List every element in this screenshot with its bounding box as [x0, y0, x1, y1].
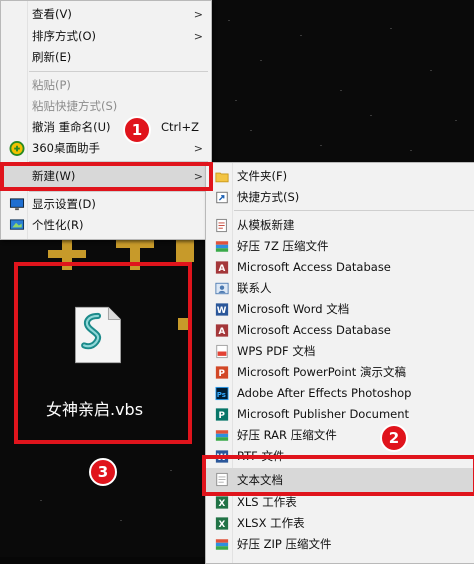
menu-item-label: WPS PDF 文档 — [237, 344, 316, 358]
menu-item-label: 个性化(R) — [32, 218, 84, 232]
menu-item-label: 文件夹(F) — [237, 169, 288, 183]
powerpoint-icon: P — [215, 366, 229, 379]
svg-text:A: A — [219, 327, 226, 337]
new-item-template[interactable]: 从模板新建 — [206, 215, 474, 236]
photoshop-icon: Ps — [215, 386, 229, 401]
annotation-step-1: 1 — [123, 116, 151, 144]
svg-text:P: P — [219, 369, 226, 379]
wps-pdf-icon — [216, 344, 228, 359]
menu-item-label: 快捷方式(S) — [237, 190, 300, 204]
annotation-step-2: 2 — [380, 424, 408, 452]
new-item-zip[interactable]: 好压 ZIP 压缩文件 — [206, 534, 474, 555]
menu-item-display-settings[interactable]: 显示设置(D) — [1, 194, 211, 215]
contact-icon — [215, 282, 229, 295]
annotation-box-desktop-file — [14, 262, 192, 444]
menu-item-label: 好压 RAR 压缩文件 — [237, 428, 337, 442]
menu-separator — [234, 210, 474, 211]
new-item-word[interactable]: W Microsoft Word 文档 — [206, 299, 474, 320]
new-item-contact[interactable]: 联系人 — [206, 278, 474, 299]
desktop-context-menu: 查看(V) > 排序方式(O) > 刷新(E) 粘贴(P) 粘贴快捷方式(S) … — [0, 0, 212, 240]
haozip-7z-icon — [215, 241, 229, 252]
xls-icon: X — [215, 496, 229, 509]
menu-item-personalize[interactable]: 个性化(R) — [1, 215, 211, 236]
svg-text:A: A — [219, 264, 226, 274]
menu-item-label: Microsoft Publisher Document — [237, 407, 410, 421]
new-item-xlsx[interactable]: X XLSX 工作表 — [206, 513, 474, 534]
menu-item-label: 联系人 — [237, 281, 272, 295]
menu-item-refresh[interactable]: 刷新(E) — [1, 47, 211, 68]
new-item-shortcut[interactable]: 快捷方式(S) — [206, 187, 474, 208]
menu-item-label: 粘贴(P) — [32, 78, 71, 92]
new-item-publisher[interactable]: P Microsoft Publisher Document — [206, 404, 474, 425]
360-assistant-icon — [9, 141, 25, 156]
new-item-powerpoint[interactable]: P Microsoft PowerPoint 演示文稿 — [206, 362, 474, 383]
access-icon: A — [215, 261, 229, 274]
menu-item-paste[interactable]: 粘贴(P) — [1, 75, 211, 96]
svg-text:P: P — [219, 411, 226, 421]
menu-item-paste-shortcut[interactable]: 粘贴快捷方式(S) — [1, 96, 211, 117]
shortcut-icon — [216, 191, 228, 204]
menu-item-sort[interactable]: 排序方式(O) > — [1, 26, 211, 47]
menu-item-label: 显示设置(D) — [32, 197, 96, 211]
svg-text:X: X — [219, 520, 226, 530]
chevron-right-icon: > — [193, 30, 203, 43]
menu-separator — [29, 71, 208, 72]
menu-item-label: Microsoft Word 文档 — [237, 302, 350, 316]
publisher-icon: P — [215, 408, 229, 421]
personalize-icon — [9, 219, 25, 230]
menu-item-label: 粘贴快捷方式(S) — [32, 99, 118, 113]
menu-item-label: 查看(V) — [32, 7, 72, 21]
menu-item-label: Microsoft Access Database — [237, 323, 391, 337]
new-item-rar[interactable]: 好压 RAR 压缩文件 — [206, 425, 474, 446]
menu-item-label: XLSX 工作表 — [237, 516, 305, 530]
access-icon: A — [215, 324, 229, 337]
svg-text:Ps: Ps — [217, 391, 226, 399]
new-item-folder[interactable]: 文件夹(F) — [206, 166, 474, 187]
svg-text:W: W — [217, 306, 227, 316]
display-settings-icon — [9, 198, 25, 211]
menu-item-label: 刷新(E) — [32, 50, 72, 64]
haozip-zip-icon — [215, 539, 229, 550]
menu-item-label: 排序方式(O) — [32, 29, 97, 43]
chevron-right-icon: > — [193, 8, 203, 21]
menu-item-label: 好压 7Z 压缩文件 — [237, 239, 329, 253]
menu-separator — [29, 191, 208, 192]
word-icon: W — [215, 303, 229, 316]
menu-item-label: Microsoft Access Database — [237, 260, 391, 274]
new-submenu: 文件夹(F) 快捷方式(S) 从模板新建 好压 7Z 压缩文件 A Micros… — [205, 162, 474, 564]
menu-item-label: 好压 ZIP 压缩文件 — [237, 537, 332, 551]
menu-item-label: 360桌面助手 — [32, 141, 100, 155]
chevron-right-icon: > — [193, 142, 203, 155]
xlsx-icon: X — [215, 517, 229, 530]
folder-icon — [215, 172, 229, 183]
annotation-box-text-document — [202, 455, 474, 496]
annotation-step-3: 3 — [89, 458, 117, 486]
new-item-7z[interactable]: 好压 7Z 压缩文件 — [206, 236, 474, 257]
menu-item-undo-rename[interactable]: 撤消 重命名(U) Ctrl+Z — [1, 117, 211, 138]
haozip-rar-icon — [215, 430, 229, 441]
menu-item-shortcut: Ctrl+Z — [161, 120, 199, 134]
annotation-box-new-menu — [0, 162, 213, 191]
menu-item-label: 从模板新建 — [237, 218, 295, 232]
menu-item-label: Microsoft PowerPoint 演示文稿 — [237, 365, 406, 379]
svg-text:X: X — [219, 499, 226, 509]
menu-item-label: 撤消 重命名(U) — [32, 120, 111, 134]
new-item-access-1[interactable]: A Microsoft Access Database — [206, 257, 474, 278]
menu-item-360-assistant[interactable]: 360桌面助手 > — [1, 138, 211, 159]
new-item-access-2[interactable]: A Microsoft Access Database — [206, 320, 474, 341]
template-icon — [216, 218, 227, 233]
new-item-wps-pdf[interactable]: WPS PDF 文档 — [206, 341, 474, 362]
menu-item-view[interactable]: 查看(V) > — [1, 4, 211, 25]
new-item-photoshop[interactable]: Ps Adobe After Effects Photoshop — [206, 383, 474, 404]
menu-item-label: Adobe After Effects Photoshop — [237, 386, 412, 400]
